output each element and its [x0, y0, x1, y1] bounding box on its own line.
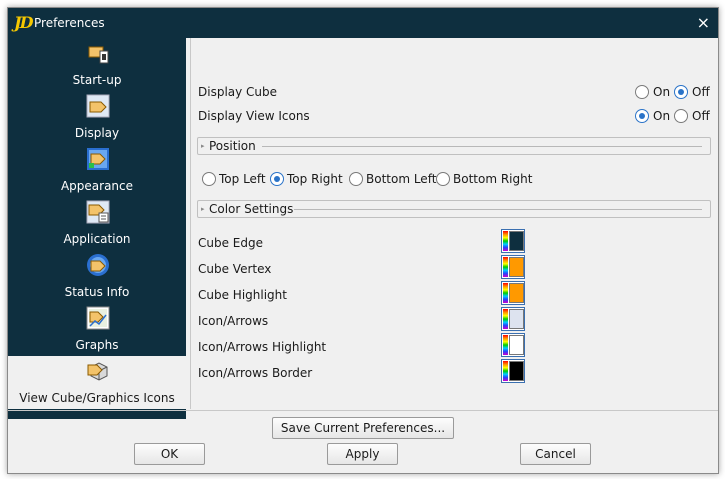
- position-bottom-right-label: Bottom Right: [453, 172, 533, 186]
- color-row-label: Cube Vertex: [198, 262, 272, 276]
- display-cube-off-label: Off: [692, 85, 710, 99]
- position-bottom-right-radio[interactable]: [436, 172, 450, 186]
- view-cube-icon: [87, 362, 108, 381]
- color-row-label: Icon/Arrows: [198, 314, 269, 328]
- footer-divider: [8, 410, 718, 411]
- sidebar-item-label: Display: [74, 126, 120, 140]
- color-settings-section-title: Color Settings: [209, 202, 294, 216]
- display-view-icons-on-label: On: [653, 109, 671, 123]
- sidebar-item-status-info[interactable]: Status Info: [8, 250, 186, 303]
- position-section-header[interactable]: ▸ Position: [197, 137, 711, 155]
- sidebar-item-application[interactable]: Application: [8, 197, 186, 250]
- position-bottom-left-label: Bottom Left: [366, 172, 437, 186]
- sidebar-item-label: Start-up: [72, 73, 122, 87]
- icon-arrows-border-color-picker[interactable]: [501, 359, 525, 383]
- application-icon: [86, 200, 110, 224]
- position-top-left-radio[interactable]: [202, 172, 216, 186]
- color-fill: [509, 361, 524, 381]
- graphs-icon: [86, 306, 110, 330]
- section-divider: [294, 209, 702, 210]
- sidebar-item-label: Status Info: [64, 285, 130, 299]
- display-cube-on-label: On: [653, 85, 671, 99]
- display-cube-label: Display Cube: [198, 85, 278, 99]
- palette-icon: [503, 309, 508, 329]
- color-row-label: Cube Highlight: [198, 288, 287, 302]
- preferences-window: JD Preferences × Start-up Display Appear…: [7, 7, 719, 474]
- display-view-icons-on-radio[interactable]: [635, 109, 649, 123]
- icon-arrows-color-picker[interactable]: [501, 307, 525, 331]
- sidebar-item-label: View Cube/Graphics Icons: [19, 391, 175, 405]
- window-title: Preferences: [34, 16, 105, 30]
- position-section-title: Position: [209, 139, 256, 153]
- display-view-icons-off-radio[interactable]: [674, 109, 688, 123]
- sidebar-item-appearance[interactable]: Appearance: [8, 144, 186, 197]
- color-row-label: Cube Edge: [198, 236, 263, 250]
- apply-button[interactable]: Apply: [327, 443, 398, 465]
- palette-icon: [503, 335, 508, 355]
- startup-icon: [88, 46, 109, 64]
- display-cube-on-radio[interactable]: [635, 85, 649, 99]
- save-preferences-button[interactable]: Save Current Preferences...: [272, 417, 454, 439]
- section-divider: [262, 146, 702, 147]
- collapse-arrow-icon: ▸: [201, 205, 205, 213]
- palette-icon: [503, 283, 508, 303]
- icon-arrows-highlight-color-picker[interactable]: [501, 333, 525, 357]
- color-fill: [509, 283, 524, 303]
- status-info-icon: [87, 254, 109, 276]
- title-bar[interactable]: JD Preferences ×: [8, 8, 718, 38]
- color-fill: [509, 335, 524, 355]
- display-view-icons-label: Display View Icons: [198, 109, 310, 123]
- sidebar-item-label: Application: [63, 232, 131, 246]
- ok-button[interactable]: OK: [134, 443, 205, 465]
- palette-icon: [503, 231, 508, 251]
- sidebar-item-startup[interactable]: Start-up: [8, 38, 186, 91]
- cancel-button[interactable]: Cancel: [520, 443, 591, 465]
- sidebar-item-display[interactable]: Display: [8, 91, 186, 144]
- cube-edge-color-picker[interactable]: [501, 229, 525, 253]
- collapse-arrow-icon: ▸: [201, 142, 205, 150]
- sidebar: Start-up Display Appearance Application …: [8, 38, 186, 419]
- position-top-right-radio[interactable]: [270, 172, 284, 186]
- color-settings-section-header[interactable]: ▸ Color Settings: [197, 200, 711, 218]
- settings-panel: Display Cube On Off Display View Icons O…: [190, 38, 716, 409]
- sidebar-item-label: Appearance: [60, 179, 134, 193]
- close-icon[interactable]: ×: [697, 8, 710, 38]
- display-cube-off-radio[interactable]: [674, 85, 688, 99]
- palette-icon: [503, 257, 508, 277]
- sidebar-item-view-cube[interactable]: View Cube/Graphics Icons: [8, 356, 186, 409]
- color-fill: [509, 257, 524, 277]
- position-top-right-label: Top Right: [287, 172, 343, 186]
- color-fill: [509, 309, 524, 329]
- cube-highlight-color-picker[interactable]: [501, 281, 525, 305]
- sidebar-item-label: Graphs: [75, 338, 119, 352]
- display-view-icons-off-label: Off: [692, 109, 710, 123]
- display-icon: [86, 94, 110, 118]
- jd-app-icon: JD: [14, 13, 33, 32]
- position-bottom-left-radio[interactable]: [349, 172, 363, 186]
- color-fill: [509, 231, 524, 251]
- position-top-left-label: Top Left: [219, 172, 266, 186]
- cube-vertex-color-picker[interactable]: [501, 255, 525, 279]
- color-row-label: Icon/Arrows Border: [198, 366, 313, 380]
- appearance-icon: [87, 148, 109, 170]
- sidebar-item-graphs[interactable]: Graphs: [8, 303, 186, 356]
- color-row-label: Icon/Arrows Highlight: [198, 340, 327, 354]
- palette-icon: [503, 361, 508, 381]
